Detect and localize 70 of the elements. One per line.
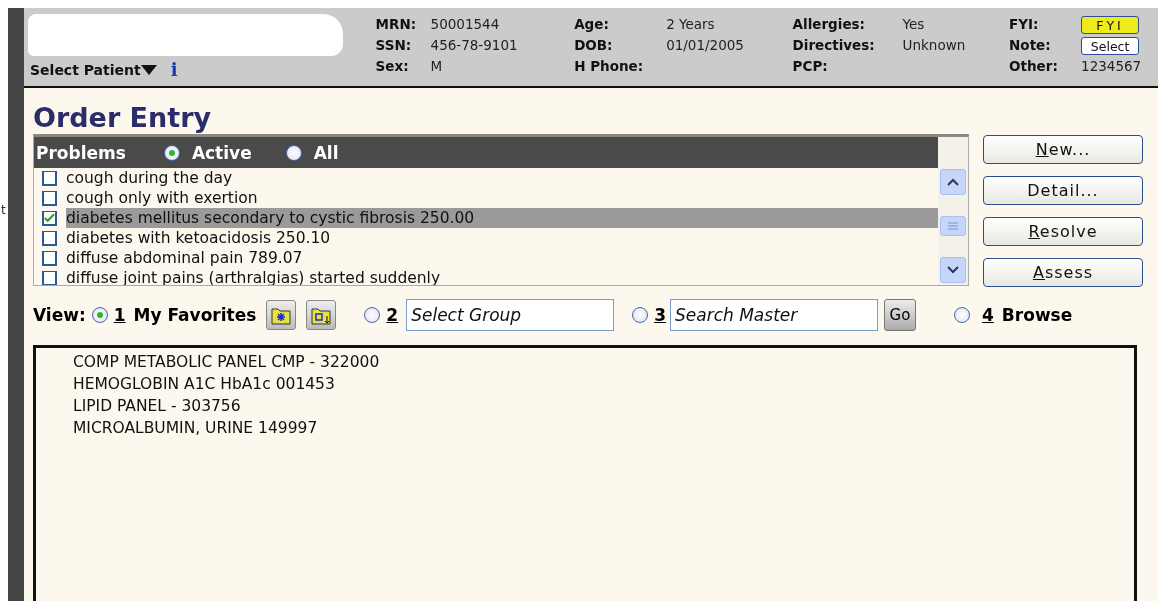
field-value: 2 Years [666, 16, 716, 34]
field-label: Directives: [792, 37, 876, 55]
problem-row[interactable]: diabetes with ketoacidosis 250.10 [66, 228, 938, 248]
field-label: Other: [1009, 58, 1059, 76]
field-label: Note: [1009, 37, 1052, 55]
group-field[interactable]: Select Group [406, 299, 615, 331]
problem-row[interactable]: diffuse abdominal pain 789.07 [66, 248, 938, 268]
field-value: 456-78-9101 [430, 37, 519, 55]
field-label: MRN: [375, 16, 418, 34]
checkbox[interactable] [42, 270, 57, 285]
checkbox[interactable] [42, 210, 57, 226]
option-number: 1 [113, 305, 126, 325]
go-button[interactable]: Go [884, 299, 916, 331]
radio-button[interactable] [954, 307, 970, 323]
option-label: My Favorites [133, 305, 257, 325]
checkbox[interactable] [42, 250, 57, 266]
radio-button[interactable] [163, 144, 180, 161]
field-label: PCP: [792, 58, 829, 76]
radio-button[interactable] [285, 144, 302, 161]
option-label: Browse [1001, 305, 1073, 325]
field-value: 50001544 [430, 16, 501, 34]
checkbox[interactable] [42, 230, 57, 246]
page-title: Order Entry [33, 102, 213, 134]
radio-button[interactable] [364, 307, 381, 323]
favorite-item[interactable]: LIPID PANEL - 303756 [73, 395, 1134, 417]
dropdown-triangle-icon [140, 64, 157, 75]
action-button[interactable]: Resolve [983, 217, 1143, 246]
problem-row[interactable]: diabetes mellitus secondary to cystic fibrosis 250.00 [66, 208, 938, 228]
field-label: Allergies: [792, 16, 866, 34]
option-number: 3 [654, 305, 666, 325]
section-heading: Problems [36, 142, 126, 163]
scroll-thumb[interactable] [940, 216, 966, 236]
problem-row[interactable]: cough during the day [66, 168, 938, 188]
move-favorite-button[interactable] [306, 300, 337, 330]
add-favorite-button[interactable] [266, 300, 297, 330]
option-number: 2 [386, 305, 399, 325]
field-value: Unknown [902, 37, 967, 55]
field-label: FYI: [1009, 16, 1040, 34]
checkbox[interactable] [42, 190, 57, 206]
radio-label: Active [191, 142, 252, 163]
favorite-item[interactable]: HEMOGLOBIN A1C HbA1c 001453 [73, 373, 1134, 395]
field-label: Age: [574, 16, 610, 34]
option-number: 4 [982, 305, 994, 325]
radio-button[interactable] [632, 307, 649, 323]
search-field[interactable]: Search Master [670, 299, 878, 331]
scroll-down-icon[interactable] [940, 257, 966, 283]
scroll-up-icon[interactable] [940, 169, 966, 195]
radio-button[interactable] [91, 307, 108, 323]
checkbox[interactable] [42, 170, 57, 186]
action-button[interactable]: Detail... [983, 176, 1143, 205]
field-label: DOB: [574, 37, 614, 55]
field-value: 01/01/2005 [666, 37, 745, 55]
problem-row[interactable]: cough only with exertion [66, 188, 938, 208]
field-label: Sex: [375, 58, 410, 76]
action-button[interactable]: Assess [983, 258, 1143, 287]
action-button[interactable]: New... [983, 135, 1143, 164]
field-value: M [430, 58, 444, 76]
field-label: SSN: [375, 37, 413, 55]
radio-label: All [313, 142, 339, 163]
cut-label: t [1, 203, 6, 217]
field-value: Yes [902, 16, 926, 34]
field-label: H Phone: [574, 58, 645, 76]
fyi-button[interactable]: FYI [1081, 16, 1140, 34]
field-value: 1234567 [1081, 58, 1143, 76]
note-select-button[interactable]: Select [1081, 37, 1140, 55]
select-patient-dropdown[interactable]: Select Patient [30, 61, 157, 78]
favorite-item[interactable]: COMP METABOLIC PANEL CMP - 322000 [73, 351, 1134, 373]
info-icon[interactable]: i [170, 59, 178, 80]
view-label: View: [33, 305, 86, 325]
favorite-item[interactable]: MICROALBUMIN, URINE 149997 [73, 417, 1134, 439]
